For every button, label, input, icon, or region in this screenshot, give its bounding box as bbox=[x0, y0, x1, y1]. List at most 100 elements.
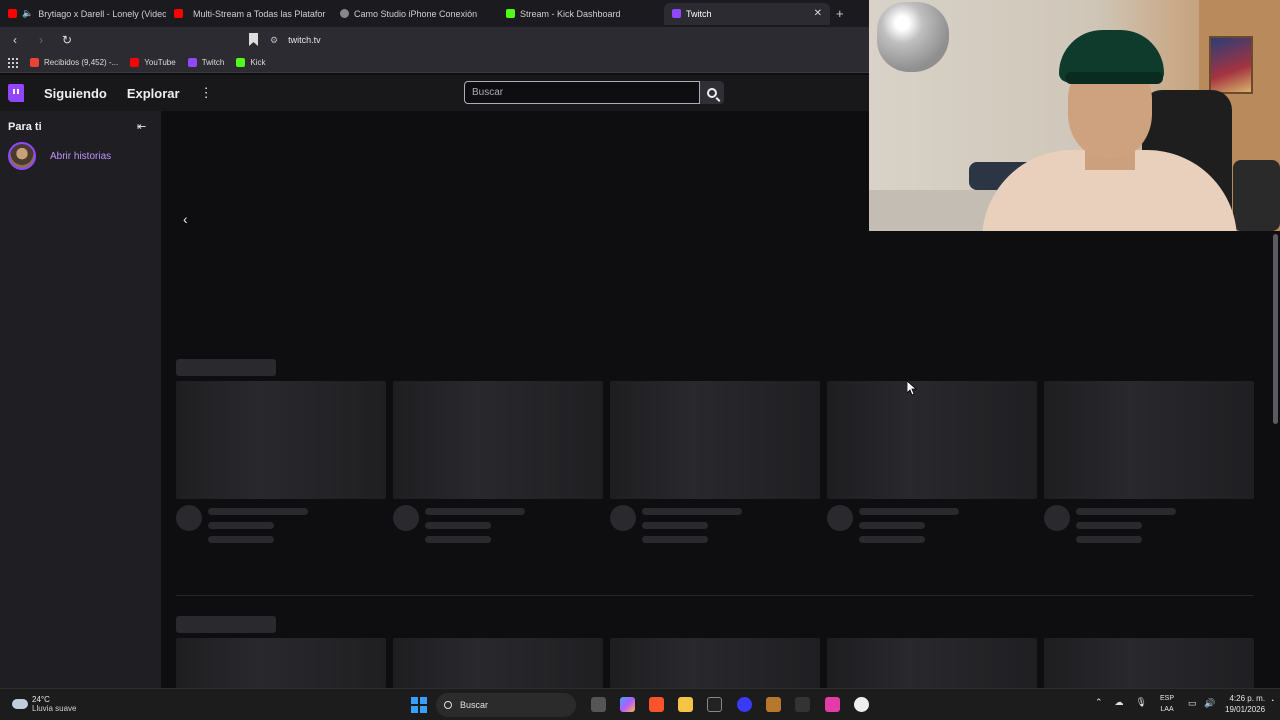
weather-desc: Lluvia suave bbox=[32, 704, 77, 713]
text-skeleton bbox=[425, 536, 491, 543]
text-skeleton bbox=[859, 536, 925, 543]
webcam-poster bbox=[1209, 36, 1253, 94]
stream-card-thumbnail-skeleton[interactable] bbox=[393, 638, 603, 688]
text-skeleton bbox=[1076, 508, 1176, 515]
chevron-up-icon[interactable]: ⌃ bbox=[1095, 697, 1103, 708]
page-scrollbar[interactable] bbox=[1271, 230, 1280, 688]
bookmark-icon[interactable] bbox=[249, 33, 258, 46]
speaker-icon[interactable]: 🔈 bbox=[22, 8, 33, 19]
twitch-icon bbox=[672, 9, 681, 18]
site-info-icon[interactable]: ⚙ bbox=[270, 35, 278, 46]
back-icon[interactable]: ‹ bbox=[8, 33, 22, 47]
tab-label: Multi-Stream a Todas las Platafor bbox=[193, 8, 326, 19]
kick-icon bbox=[506, 9, 515, 18]
avatar-skeleton bbox=[393, 505, 419, 531]
bookmark-youtube[interactable]: YouTube bbox=[130, 58, 176, 67]
audio-app-icon[interactable] bbox=[707, 697, 722, 712]
avatar-skeleton bbox=[827, 505, 853, 531]
collapse-sidebar-icon[interactable]: ⇤ bbox=[137, 120, 146, 133]
stream-card-thumbnail-skeleton[interactable] bbox=[827, 638, 1037, 688]
task-view-icon[interactable] bbox=[591, 697, 606, 712]
stream-card-thumbnail-skeleton[interactable] bbox=[827, 381, 1037, 499]
search-icon bbox=[444, 701, 452, 709]
bookmark-label: YouTube bbox=[144, 58, 176, 67]
bookmark-label: Twitch bbox=[201, 58, 225, 67]
brave-browser-icon[interactable] bbox=[649, 697, 664, 712]
windows-start-icon[interactable] bbox=[411, 697, 427, 713]
youtube-icon bbox=[130, 58, 140, 67]
volume-icon[interactable]: 🔊 bbox=[1204, 698, 1215, 709]
notification-icon[interactable]: ◔ bbox=[1270, 698, 1274, 705]
twitch-logo-icon[interactable] bbox=[8, 84, 24, 102]
gmail-icon bbox=[30, 58, 39, 67]
bookmark-twitch[interactable]: Twitch bbox=[187, 58, 225, 67]
search-input[interactable]: Buscar bbox=[464, 81, 700, 104]
bookmark-label: Recibidos (9,452) -... bbox=[44, 58, 119, 67]
text-skeleton bbox=[425, 522, 491, 529]
globe-icon bbox=[340, 9, 349, 18]
more-menu-icon[interactable]: ⋮ bbox=[200, 85, 213, 101]
onedrive-icon[interactable]: ☁ bbox=[1115, 697, 1124, 708]
obs-icon[interactable] bbox=[737, 697, 752, 712]
new-tab-button[interactable]: + bbox=[836, 6, 844, 21]
sidebar-heading: Para ti bbox=[8, 121, 42, 133]
microphone-icon[interactable]: 🎙 bbox=[1136, 697, 1147, 708]
tab-label: Twitch bbox=[686, 8, 712, 19]
text-skeleton bbox=[208, 536, 274, 543]
apps-grid-icon[interactable] bbox=[8, 57, 18, 68]
bookmark-gmail[interactable]: Recibidos (9,452) -... bbox=[30, 58, 118, 67]
tab-multistream[interactable]: Multi-Stream a Todas las Platafor bbox=[166, 3, 332, 25]
text-skeleton bbox=[1076, 536, 1142, 543]
reload-icon[interactable]: ↻ bbox=[60, 33, 74, 47]
sidebar: Para ti ⇤ Abrir historias bbox=[0, 111, 161, 688]
stream-card-thumbnail-skeleton[interactable] bbox=[176, 638, 386, 688]
url-text: twitch.tv bbox=[288, 35, 321, 45]
bookmark-kick[interactable]: Kick bbox=[236, 58, 266, 67]
nav-explore-link[interactable]: Explorar bbox=[127, 86, 180, 101]
search-button[interactable] bbox=[700, 81, 724, 104]
system-tray: ⌃ ☁ 🎙 bbox=[1095, 697, 1147, 708]
stream-card-thumbnail-skeleton[interactable] bbox=[176, 381, 386, 499]
tab-youtube-lonely[interactable]: 🔈 Brytiago x Darell - Lonely (Video bbox=[0, 3, 166, 25]
carousel-prev-icon[interactable]: ‹ bbox=[183, 211, 188, 227]
stream-card-thumbnail-skeleton[interactable] bbox=[1044, 381, 1254, 499]
weather-widget[interactable]: 24°C Lluvia suave bbox=[12, 695, 76, 713]
stream-card-thumbnail-skeleton[interactable] bbox=[1044, 638, 1254, 688]
webcam-fan bbox=[1233, 160, 1280, 231]
tab-camo-studio[interactable]: Camo Studio iPhone Conexión bbox=[332, 3, 498, 25]
pink-app-icon[interactable] bbox=[825, 697, 840, 712]
clock[interactable]: 4:26 p. m. 19/01/2026 bbox=[1225, 693, 1265, 715]
clock-time: 4:26 p. m. bbox=[1229, 694, 1266, 703]
network-icon[interactable]: ▭ bbox=[1188, 698, 1197, 709]
stream-card-thumbnail-skeleton[interactable] bbox=[393, 381, 603, 499]
url-field[interactable]: ⚙ twitch.tv bbox=[270, 31, 860, 49]
section-divider bbox=[176, 595, 1254, 596]
input-language[interactable]: ESP LAA bbox=[1160, 693, 1174, 715]
youtube-icon bbox=[174, 9, 183, 18]
open-stories-button[interactable]: Abrir historias bbox=[8, 142, 111, 170]
close-tab-icon[interactable]: ✕ bbox=[814, 8, 822, 19]
epic-games-icon[interactable] bbox=[795, 697, 810, 712]
text-skeleton bbox=[642, 522, 708, 529]
tab-twitch[interactable]: Twitch ✕ bbox=[664, 2, 830, 25]
text-skeleton bbox=[208, 508, 308, 515]
copilot-icon[interactable] bbox=[620, 697, 635, 712]
section-title-skeleton bbox=[176, 359, 276, 376]
kick-icon bbox=[236, 58, 246, 67]
rain-cloud-icon bbox=[12, 699, 28, 709]
scrollbar-thumb[interactable] bbox=[1273, 234, 1278, 424]
tab-label: Brytiago x Darell - Lonely (Video bbox=[38, 8, 166, 19]
tab-kick-dashboard[interactable]: Stream - Kick Dashboard bbox=[498, 3, 664, 25]
game-icon[interactable] bbox=[766, 697, 781, 712]
file-explorer-icon[interactable] bbox=[678, 697, 693, 712]
stream-card-thumbnail-skeleton[interactable] bbox=[610, 638, 820, 688]
forward-icon[interactable]: › bbox=[34, 33, 48, 47]
nav-following-link[interactable]: Siguiendo bbox=[44, 86, 107, 101]
streaming-app-icon[interactable] bbox=[854, 697, 869, 712]
text-skeleton bbox=[208, 522, 274, 529]
weather-temp: 24°C bbox=[32, 695, 50, 704]
taskbar-search[interactable]: Buscar bbox=[436, 693, 576, 717]
keyboard-layout: LAA bbox=[1160, 706, 1174, 713]
stream-card-thumbnail-skeleton[interactable] bbox=[610, 381, 820, 499]
twitch-icon bbox=[187, 58, 197, 67]
